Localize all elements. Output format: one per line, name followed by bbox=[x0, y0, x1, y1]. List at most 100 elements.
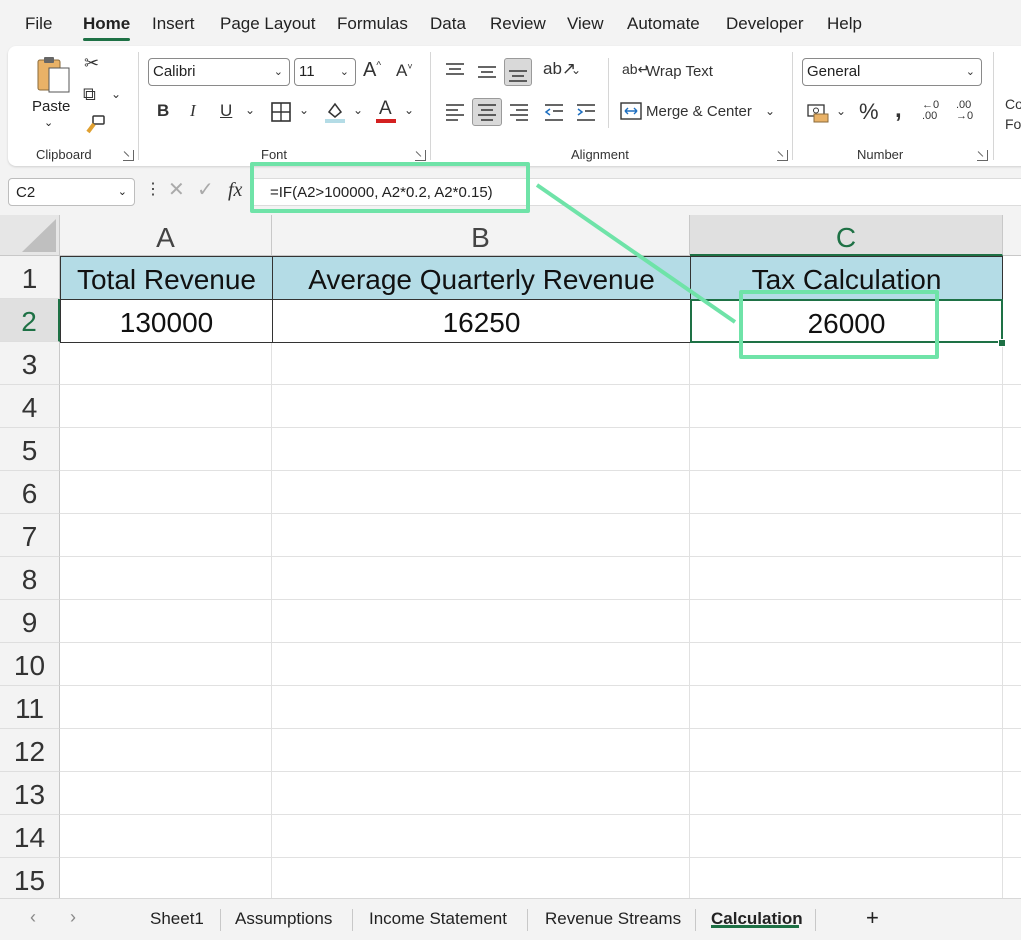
row-header-15[interactable]: 15 bbox=[0, 858, 60, 898]
sheet-tab-revenue-streams[interactable]: Revenue Streams bbox=[545, 909, 681, 929]
format-painter-icon[interactable] bbox=[84, 114, 106, 136]
paste-icon bbox=[37, 57, 70, 93]
row-header-7[interactable]: 7 bbox=[0, 514, 60, 557]
row-header-3[interactable]: 3 bbox=[0, 342, 60, 385]
menu-automate[interactable]: Automate bbox=[627, 14, 700, 34]
chevron-down-icon: ⌄ bbox=[44, 117, 54, 129]
row-header-5[interactable]: 5 bbox=[0, 428, 60, 471]
font-color-icon[interactable]: A bbox=[379, 99, 392, 118]
cancel-icon[interactable]: ✕ bbox=[168, 180, 185, 200]
insert-function-icon[interactable]: fx bbox=[228, 180, 242, 200]
row-header-10[interactable]: 10 bbox=[0, 643, 60, 686]
borders-icon[interactable] bbox=[271, 102, 291, 122]
align-right-icon[interactable] bbox=[508, 102, 530, 122]
dialog-launcher-icon[interactable] bbox=[777, 150, 788, 161]
chevron-down-icon[interactable]: ⌄ bbox=[245, 104, 255, 116]
row-header-13[interactable]: 13 bbox=[0, 772, 60, 815]
cell-b1[interactable]: Average Quarterly Revenue bbox=[272, 256, 691, 300]
menu-data[interactable]: Data bbox=[430, 14, 466, 34]
align-bottom-icon bbox=[509, 70, 527, 82]
cell-b2[interactable]: 16250 bbox=[272, 299, 691, 343]
wrap-text-button[interactable]: Wrap Text bbox=[646, 64, 713, 79]
chevron-left-icon[interactable]: ‹ bbox=[30, 908, 36, 926]
increase-decimal-icon[interactable]: ←0.00 bbox=[922, 100, 939, 122]
enter-icon[interactable]: ✓ bbox=[197, 180, 214, 200]
decrease-indent-icon[interactable] bbox=[543, 102, 565, 122]
column-header-b[interactable]: B bbox=[272, 215, 690, 256]
menu-file[interactable]: File bbox=[25, 14, 52, 34]
merge-center-button[interactable]: Merge & Center bbox=[646, 104, 752, 119]
paste-button[interactable]: Paste ⌄ bbox=[30, 52, 74, 132]
row-header-11[interactable]: 11 bbox=[0, 686, 60, 729]
dialog-launcher-icon[interactable] bbox=[977, 150, 988, 161]
menu-view[interactable]: View bbox=[567, 14, 604, 34]
conditional-formatting-button[interactable]: Co Fo bbox=[1005, 94, 1021, 134]
sheet-tab-assumptions[interactable]: Assumptions bbox=[235, 909, 332, 929]
copy-icon[interactable]: ⧉ bbox=[83, 85, 96, 103]
menu-developer[interactable]: Developer bbox=[726, 14, 804, 34]
underline-button[interactable]: U bbox=[220, 102, 232, 119]
chevron-down-icon[interactable]: ⌄ bbox=[765, 105, 775, 117]
comma-style-button[interactable]: , bbox=[895, 98, 902, 122]
row-header-1[interactable]: 1 bbox=[0, 256, 60, 299]
align-top-icon[interactable] bbox=[444, 61, 466, 81]
menu-help[interactable]: Help bbox=[827, 14, 862, 34]
column-header-c[interactable]: C bbox=[690, 215, 1003, 256]
font-name-select[interactable]: Calibri ⌄ bbox=[148, 58, 290, 86]
menu-home[interactable]: Home bbox=[83, 14, 130, 34]
gridline bbox=[271, 256, 272, 898]
more-options-icon[interactable]: ⋮ bbox=[145, 182, 161, 198]
increase-indent-icon[interactable] bbox=[575, 102, 597, 122]
chevron-down-icon[interactable]: ⌄ bbox=[836, 105, 846, 117]
row-header-14[interactable]: 14 bbox=[0, 815, 60, 858]
select-all-button[interactable] bbox=[0, 215, 60, 256]
align-left-icon[interactable] bbox=[444, 102, 466, 122]
row-header-9[interactable]: 9 bbox=[0, 600, 60, 643]
sheet-tab-income-statement[interactable]: Income Statement bbox=[369, 909, 507, 929]
row-header-6[interactable]: 6 bbox=[0, 471, 60, 514]
row-header-2[interactable]: 2 bbox=[0, 299, 60, 342]
chevron-down-icon[interactable]: ⌄ bbox=[571, 64, 581, 76]
fill-color-icon[interactable] bbox=[324, 100, 346, 124]
sheet-tab-sheet1[interactable]: Sheet1 bbox=[150, 909, 204, 929]
fill-handle[interactable] bbox=[998, 339, 1006, 347]
bold-button[interactable]: B bbox=[157, 102, 169, 119]
align-bottom-button[interactable] bbox=[504, 58, 532, 86]
group-divider bbox=[993, 52, 994, 160]
merge-center-icon[interactable] bbox=[620, 101, 642, 121]
cut-icon[interactable]: ✂ bbox=[84, 54, 99, 72]
font-size-select[interactable]: 11 ⌄ bbox=[294, 58, 356, 86]
row-header-4[interactable]: 4 bbox=[0, 385, 60, 428]
dialog-launcher-icon[interactable] bbox=[415, 150, 426, 161]
decrease-decimal-icon[interactable]: .00 →0 bbox=[956, 100, 973, 122]
result-highlight-box bbox=[739, 290, 939, 359]
accounting-format-icon[interactable] bbox=[806, 103, 830, 123]
increase-font-size-icon[interactable]: A^ bbox=[363, 60, 381, 80]
chevron-down-icon[interactable]: ⌄ bbox=[299, 104, 309, 116]
add-sheet-button[interactable]: + bbox=[866, 905, 879, 931]
menu-page-layout[interactable]: Page Layout bbox=[220, 14, 315, 34]
percent-style-button[interactable]: % bbox=[859, 101, 879, 123]
cell-a1[interactable]: Total Revenue bbox=[60, 256, 273, 300]
menu-formulas[interactable]: Formulas bbox=[337, 14, 408, 34]
menu-review[interactable]: Review bbox=[490, 14, 546, 34]
cell-a2[interactable]: 130000 bbox=[60, 299, 273, 343]
italic-button[interactable]: I bbox=[190, 102, 196, 119]
name-box[interactable]: C2 ⌄ bbox=[8, 178, 135, 206]
clipboard-group-label: Clipboard bbox=[36, 147, 92, 162]
align-center-button[interactable] bbox=[472, 98, 502, 126]
row-header-12[interactable]: 12 bbox=[0, 729, 60, 772]
dialog-launcher-icon[interactable] bbox=[123, 150, 134, 161]
chevron-down-icon: ⌄ bbox=[965, 66, 975, 78]
column-header-d[interactable] bbox=[1003, 215, 1021, 256]
chevron-down-icon[interactable]: ⌄ bbox=[404, 104, 414, 116]
align-middle-icon[interactable] bbox=[476, 63, 498, 83]
chevron-right-icon[interactable]: › bbox=[70, 908, 76, 926]
column-header-a[interactable]: A bbox=[60, 215, 272, 256]
menu-insert[interactable]: Insert bbox=[152, 14, 195, 34]
decrease-font-size-icon[interactable]: A˅ bbox=[396, 62, 413, 79]
chevron-down-icon[interactable]: ⌄ bbox=[111, 88, 121, 100]
chevron-down-icon[interactable]: ⌄ bbox=[353, 104, 363, 116]
row-header-8[interactable]: 8 bbox=[0, 557, 60, 600]
number-format-select[interactable]: General ⌄ bbox=[802, 58, 982, 86]
